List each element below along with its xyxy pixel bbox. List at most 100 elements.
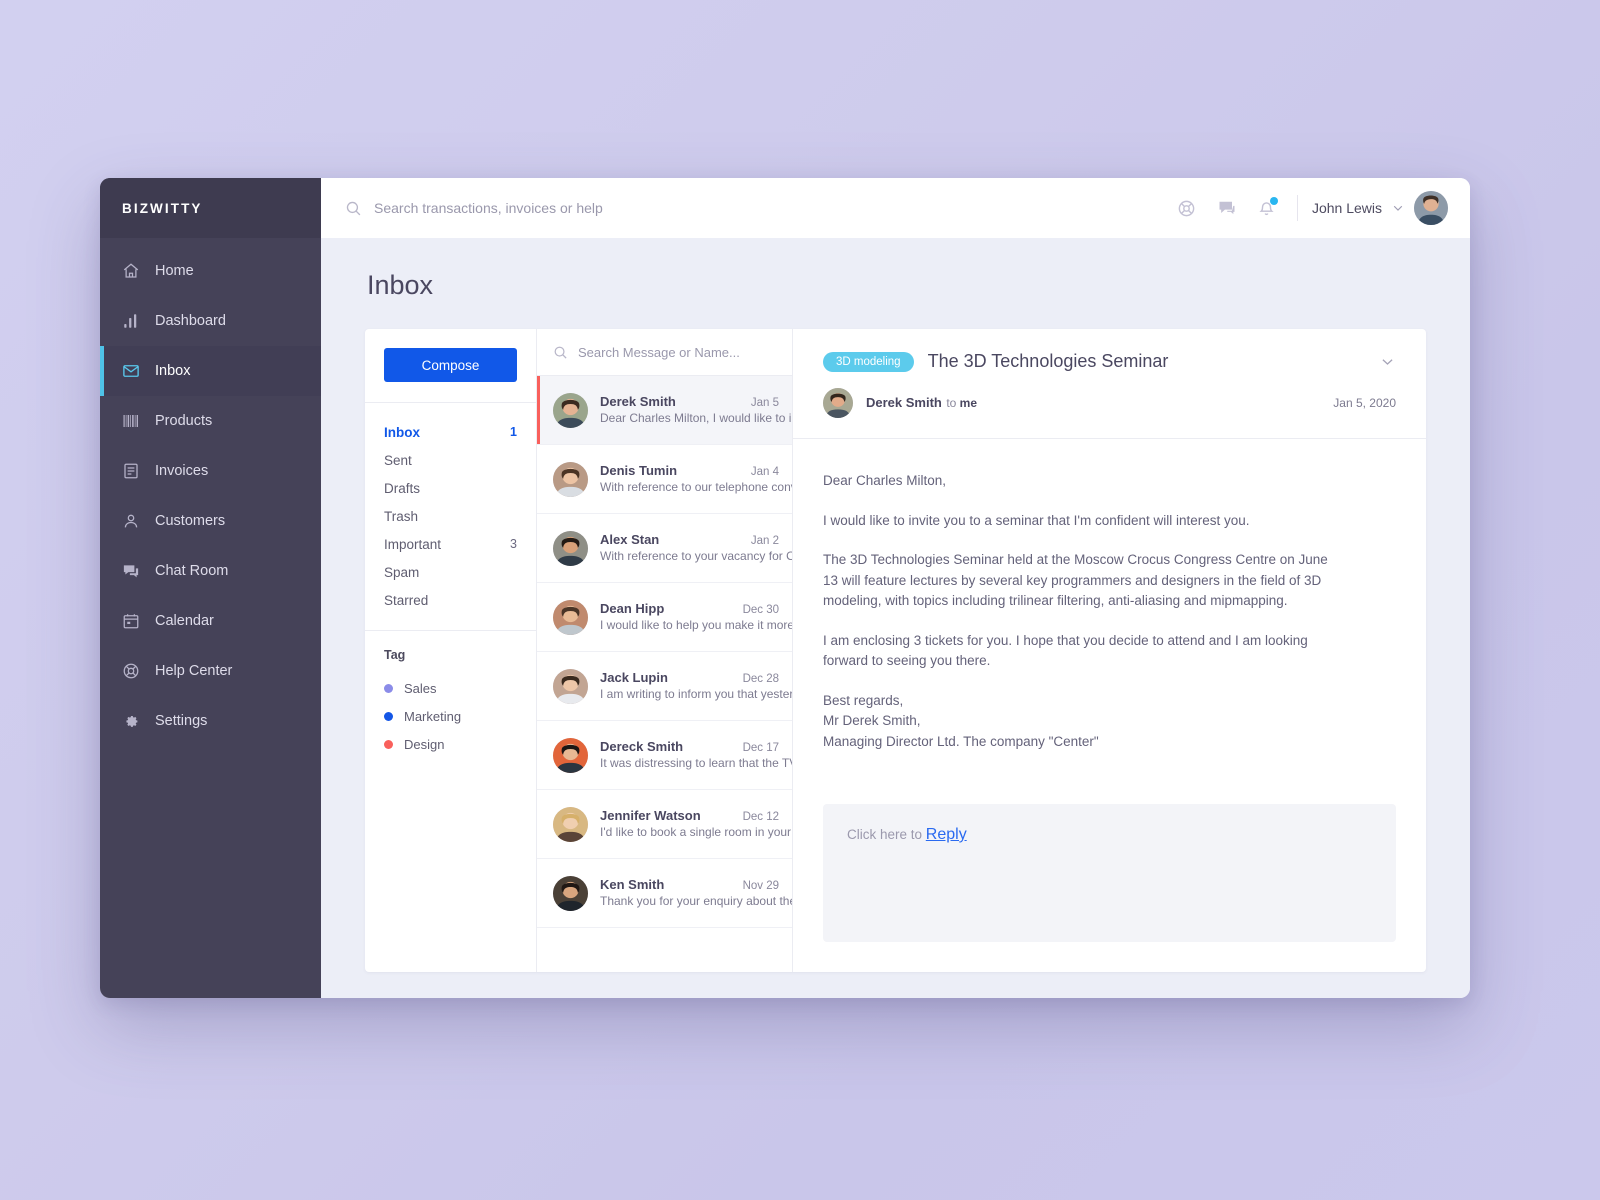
mail-date: Jan 5, 2020 — [1333, 396, 1396, 410]
invoice-icon — [124, 463, 138, 479]
sidebar-item-label: Customers — [155, 513, 226, 529]
sender-row: Derek Smith to me Jan 5, 2020 — [823, 388, 1396, 418]
message-avatar — [553, 737, 588, 773]
calendar-icon — [122, 612, 140, 630]
tag-item-sales[interactable]: Sales — [384, 674, 517, 702]
sidebar-item-label: Chat Room — [155, 563, 229, 579]
message-preview: I would like to help you make it more at… — [600, 617, 792, 632]
message-search[interactable] — [537, 329, 792, 376]
reply-box[interactable]: Click here to Reply — [823, 804, 1396, 942]
avatar[interactable] — [1414, 191, 1448, 225]
folder-item-starred[interactable]: Starred — [365, 586, 536, 614]
message-sender: Derek Smith — [600, 393, 676, 409]
folders-panel: Compose Inbox 1 Sent Drafts Trash Import… — [365, 329, 537, 972]
message-avatar — [553, 599, 588, 635]
sidebar-item-products[interactable]: Products — [100, 396, 321, 446]
message-body: Dean Hipp Dec 30 I would like to help you … — [600, 601, 792, 634]
message-date: Nov 29 — [742, 879, 779, 892]
folder-item-trash[interactable]: Trash — [365, 502, 536, 530]
message-row[interactable]: Jennifer Watson Dec 12 I'd like to book a … — [537, 790, 792, 859]
message-date: Jan 5 — [750, 396, 779, 409]
tag-section-title: Tag — [384, 648, 406, 662]
compose-button[interactable]: Compose — [384, 348, 517, 382]
message-row[interactable]: Derek Smith Jan 5 Dear Charles Milton, I w… — [537, 376, 792, 445]
folder-item-spam[interactable]: Spam — [365, 558, 536, 586]
chevron-down-icon[interactable] — [1379, 353, 1396, 370]
message-sender: Ken Smith — [600, 876, 665, 892]
notification-badge — [1269, 197, 1278, 205]
message-preview: Thank you for your enquiry about the st… — [600, 893, 792, 908]
tag-item-marketing[interactable]: Marketing — [384, 702, 517, 730]
folder-count: 3 — [510, 537, 517, 551]
sender-avatar — [823, 388, 853, 418]
message-date: Dec 28 — [742, 672, 779, 685]
bell-icon[interactable] — [1247, 188, 1287, 228]
brand-logo: BIZWITTY — [100, 178, 321, 238]
sidebar-item-label: Home — [155, 263, 194, 279]
message-top-line: Ken Smith Nov 29 — [600, 877, 779, 892]
sidebar-item-help-center[interactable]: Help Center — [100, 646, 321, 696]
message-avatar — [553, 392, 588, 428]
mail-paragraph: The 3D Technologies Seminar held at the … — [823, 552, 1328, 609]
folder-item-inbox[interactable]: Inbox 1 — [365, 418, 536, 446]
message-row[interactable]: Alex Stan Jan 2 With reference to your vac… — [537, 514, 792, 583]
sidebar-item-settings[interactable]: Settings — [100, 696, 321, 746]
sidebar-item-calendar[interactable]: Calendar — [100, 596, 321, 646]
mail-subject: The 3D Technologies Seminar — [927, 351, 1169, 371]
mail-tag-badge[interactable]: 3D modeling — [823, 351, 914, 372]
message-row[interactable]: Dean Hipp Dec 30 I would like to help you … — [537, 583, 792, 652]
sidebar-item-inbox[interactable]: Inbox — [100, 346, 321, 396]
message-top-line: Dereck Smith Dec 17 — [600, 739, 779, 754]
to-target: me — [959, 396, 978, 410]
folder-item-drafts[interactable]: Drafts — [365, 474, 536, 502]
message-list-panel: Derek Smith Jan 5Dear Charles Milton, I w… — [537, 329, 793, 972]
sidebar-item-label: Calendar — [155, 613, 214, 629]
main-area: John Lewis Inbox Compose — [321, 178, 1470, 998]
message-preview: It was distressing to learn that the TV … — [600, 755, 792, 770]
tag-item-design[interactable]: Design — [384, 730, 517, 758]
user-name: John Lewis — [1311, 200, 1382, 216]
reply-link[interactable]: Reply — [926, 826, 967, 843]
sidebar-item-dashboard[interactable]: Dashboard — [100, 296, 321, 346]
sidebar-item-customers[interactable]: Customers — [100, 496, 321, 546]
compose-wrap: Compose — [365, 329, 536, 403]
user-menu[interactable]: John Lewis — [1312, 191, 1448, 225]
chat-bubble-icon[interactable] — [1207, 188, 1247, 228]
message-row[interactable]: Denis Tumin Jan 4 With reference to our te… — [537, 445, 792, 514]
folder-count: 1 — [510, 425, 517, 439]
global-search[interactable] — [345, 200, 1167, 217]
message-preview: I'd like to book a single room in your h… — [600, 824, 792, 839]
folder-item-sent[interactable]: Sent — [365, 446, 536, 474]
folder-item-important[interactable]: Important 3 — [365, 530, 536, 558]
message-avatar — [553, 806, 588, 842]
chat-icon — [122, 562, 140, 580]
message-row[interactable]: Ken Smith Nov 29 Thank you for your enquir… — [537, 859, 792, 928]
app-window: BIZWITTY Home Dashboard Inbox Products I… — [100, 178, 1470, 998]
sidebar-item-label: Help Center — [155, 663, 233, 679]
message-list[interactable]: Derek Smith Jan 5 Dear Charles Milton, I w… — [537, 376, 792, 972]
search-input[interactable] — [374, 200, 1167, 216]
mail-signature: Best regards, Mr Derek Smith, Managing D… — [823, 691, 1343, 753]
sidebar-item-home[interactable]: Home — [100, 246, 321, 296]
message-sender: Jennifer Watson — [600, 807, 701, 823]
mail-body: Dear Charles Milton, I would like to inv… — [793, 439, 1426, 776]
message-avatar — [553, 875, 588, 911]
message-sender: Denis Tumin — [600, 462, 678, 478]
sidebar-item-invoices[interactable]: Invoices — [100, 446, 321, 496]
page-title: Inbox — [367, 270, 434, 300]
reading-pane: 3D modeling The 3D Technologies Seminar — [793, 329, 1426, 972]
message-top-line: Jennifer Watson Dec 12 — [600, 808, 779, 823]
tag-label: Design — [404, 736, 445, 752]
sidebar-item-chat-room[interactable]: Chat Room — [100, 546, 321, 596]
message-search-input[interactable] — [578, 344, 776, 360]
message-avatar — [553, 668, 588, 704]
top-bar: John Lewis — [321, 178, 1470, 238]
lifebuoy-icon[interactable] — [1167, 188, 1207, 228]
chevron-down-icon — [1391, 201, 1405, 215]
message-row[interactable]: Dereck Smith Dec 17 It was distressing to … — [537, 721, 792, 790]
message-top-line: Jack Lupin Dec 28 — [600, 670, 779, 685]
folder-label: Starred — [384, 592, 429, 608]
topbar-actions: John Lewis — [1167, 188, 1448, 228]
tag-label: Sales — [404, 680, 437, 696]
message-row[interactable]: Jack Lupin Dec 28 I am writing to inform y… — [537, 652, 792, 721]
